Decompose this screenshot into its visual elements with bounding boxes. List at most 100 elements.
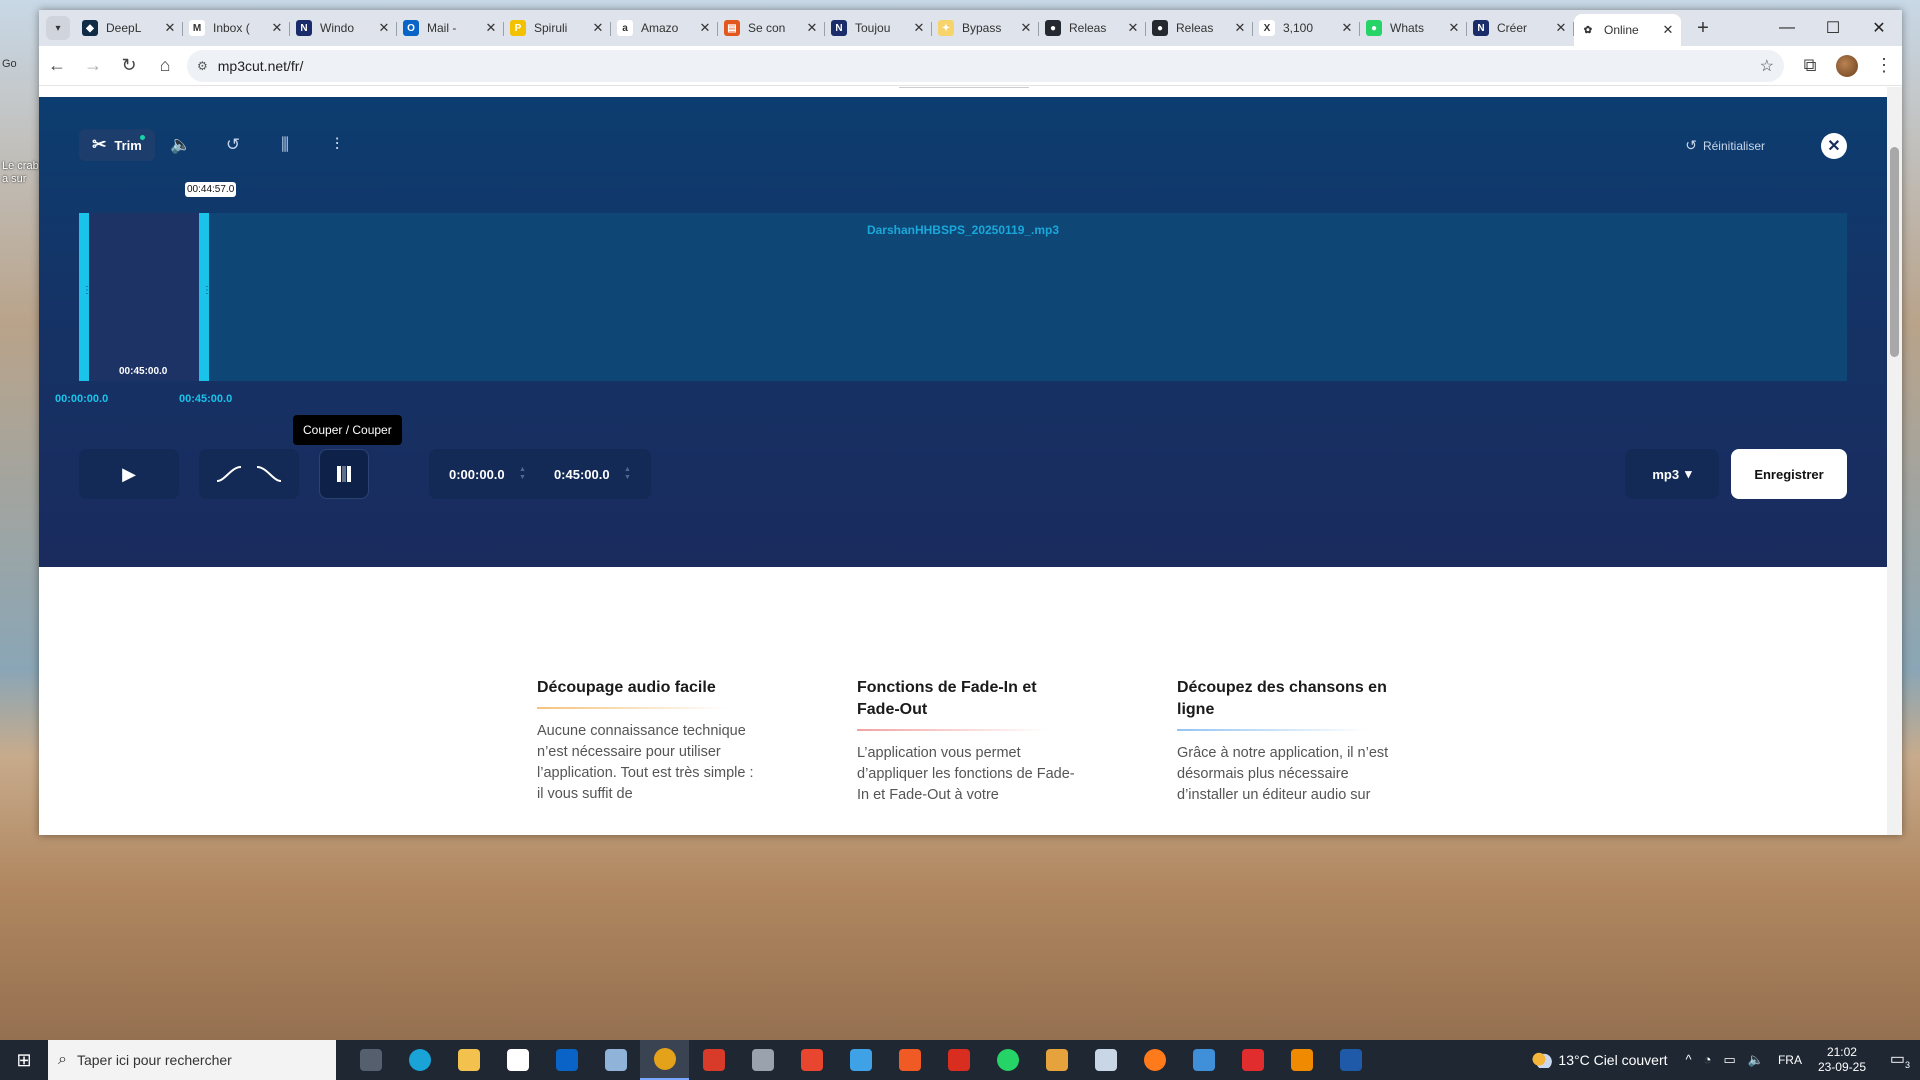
tab-close-icon[interactable]: ✕ — [163, 20, 177, 36]
taskbar-app-chrome[interactable] — [640, 1040, 689, 1080]
notifications-icon[interactable]: ▭3 — [1880, 1049, 1920, 1070]
browser-tab[interactable]: ● Releas ✕ — [1039, 14, 1146, 42]
back-button[interactable]: ← — [39, 50, 75, 82]
trim-tool-button[interactable]: ✂ Trim — [79, 129, 155, 161]
end-time-input[interactable]: 0:45:00.0 — [554, 467, 614, 482]
extensions-icon[interactable]: ⧉ — [1792, 50, 1828, 82]
taskbar-app-calculator[interactable] — [738, 1040, 787, 1080]
tab-close-icon[interactable]: ✕ — [1233, 20, 1247, 36]
browser-tab[interactable]: ● Releas ✕ — [1146, 14, 1253, 42]
fade-in-icon[interactable] — [215, 465, 243, 483]
selection-region[interactable]: 00:45:00.0 — [79, 213, 209, 381]
tab-close-icon[interactable]: ✕ — [484, 20, 498, 36]
save-button[interactable]: Enregistrer — [1731, 449, 1847, 499]
taskbar-app-task-view[interactable] — [346, 1040, 395, 1080]
format-select[interactable]: mp3 ▾ — [1625, 449, 1719, 499]
tab-search-button[interactable]: ▾ — [46, 16, 70, 40]
close-window-button[interactable]: ✕ — [1856, 10, 1902, 46]
taskbar-app-app-swirl[interactable] — [787, 1040, 836, 1080]
taskbar-app-vlc[interactable] — [1277, 1040, 1326, 1080]
taskbar-app-app-doc[interactable] — [1081, 1040, 1130, 1080]
new-tab-button[interactable]: + — [1689, 17, 1717, 40]
browser-tab[interactable]: ◆ DeepL ✕ — [76, 14, 183, 42]
end-handle[interactable]: ⋮ — [199, 213, 212, 381]
volume-tool-button[interactable]: 🔈 — [155, 129, 207, 161]
home-button[interactable]: ⌂ — [147, 50, 183, 82]
taskbar-search[interactable]: ⌕ Taper ici pour rechercher — [48, 1040, 336, 1080]
tab-close-icon[interactable]: ✕ — [1661, 22, 1675, 38]
tab-close-icon[interactable]: ✕ — [270, 20, 284, 36]
taskbar-app-app-window[interactable] — [1179, 1040, 1228, 1080]
tab-close-icon[interactable]: ✕ — [1554, 20, 1568, 36]
tab-close-icon[interactable]: ✕ — [377, 20, 391, 36]
taskbar-app-remote-desktop[interactable] — [591, 1040, 640, 1080]
equalizer-tool-button[interactable]: ⫶ — [311, 129, 363, 161]
end-time-stepper[interactable]: ▲ ▼ — [624, 466, 631, 482]
maximize-button[interactable]: ☐ — [1810, 10, 1856, 46]
url-text[interactable]: mp3cut.net/fr/ — [218, 58, 1760, 74]
browser-tab[interactable]: ● Whats ✕ — [1360, 14, 1467, 42]
start-time-input[interactable]: 0:00:00.0 — [449, 467, 509, 482]
taskbar-app-brave[interactable] — [885, 1040, 934, 1080]
taskbar-app-app-acrobat[interactable] — [934, 1040, 983, 1080]
browser-tab[interactable]: N Windo ✕ — [290, 14, 397, 42]
play-button[interactable]: ▶ — [79, 449, 179, 499]
tab-close-icon[interactable]: ✕ — [912, 20, 926, 36]
page-scrollbar[interactable] — [1887, 87, 1902, 835]
cut-mode-button[interactable] — [319, 449, 369, 499]
address-bar[interactable]: ⚙ mp3cut.net/fr/ ☆ — [187, 49, 1784, 82]
windows-start-icon[interactable]: ⊞ — [0, 1050, 48, 1071]
tab-close-icon[interactable]: ✕ — [805, 20, 819, 36]
waveform-tool-button[interactable]: ⫼ — [259, 129, 311, 161]
tab-close-icon[interactable]: ✕ — [1340, 20, 1354, 36]
tab-close-icon[interactable]: ✕ — [698, 20, 712, 36]
taskbar-app-store[interactable] — [493, 1040, 542, 1080]
browser-tab[interactable]: M Inbox (✕ — [183, 14, 290, 42]
taskbar-app-file-explorer[interactable] — [444, 1040, 493, 1080]
reset-button[interactable]: ↺ Réinitialiser — [1685, 137, 1765, 154]
taskbar-app-edge[interactable] — [395, 1040, 444, 1080]
clock[interactable]: 21:02 23-09-25 — [1818, 1045, 1866, 1075]
forward-button[interactable]: → — [75, 50, 111, 82]
browser-tab[interactable]: N Toujou ✕ — [825, 14, 932, 42]
minimize-button[interactable]: — — [1764, 10, 1810, 46]
bookmark-star-icon[interactable]: ☆ — [1760, 56, 1774, 76]
chevron-up-icon[interactable]: ^ — [1686, 1052, 1692, 1068]
fade-out-icon[interactable] — [255, 465, 283, 483]
browser-tab[interactable]: O Mail - ✕ — [397, 14, 504, 42]
tab-close-icon[interactable]: ✕ — [1126, 20, 1140, 36]
taskbar-app-app-blue[interactable] — [836, 1040, 885, 1080]
start-handle[interactable]: ⋮ — [79, 213, 92, 381]
browser-tab[interactable]: ✦ Bypass ✕ — [932, 14, 1039, 42]
tab-close-icon[interactable]: ✕ — [1447, 20, 1461, 36]
reload-button[interactable]: ↻ — [111, 50, 147, 82]
browser-tab[interactable]: a Amazo ✕ — [611, 14, 718, 42]
taskbar-app-outlook[interactable] — [542, 1040, 591, 1080]
start-time-stepper[interactable]: ▲ ▼ — [519, 466, 526, 482]
tab-close-icon[interactable]: ✕ — [591, 20, 605, 36]
network-icon[interactable]: ◔ — [1704, 1052, 1712, 1068]
speed-tool-button[interactable]: ↺ — [207, 129, 259, 161]
browser-tab[interactable]: N Créer ✕ — [1467, 14, 1574, 42]
browser-tab[interactable]: ✿ Online ✕ — [1574, 14, 1681, 46]
browser-tab[interactable]: X 3,100 ✕ — [1253, 14, 1360, 42]
browser-tab[interactable]: ▤ Se con ✕ — [718, 14, 825, 42]
browser-tab[interactable]: P Spiruli ✕ — [504, 14, 611, 42]
profile-avatar[interactable] — [1836, 54, 1858, 77]
weather-widget[interactable]: 13°C Ciel couvert — [1532, 1052, 1668, 1068]
taskbar-app-app-face[interactable] — [1032, 1040, 1081, 1080]
site-info-icon[interactable]: ⚙ — [197, 59, 208, 73]
page-scrollbar-thumb[interactable] — [1890, 147, 1899, 357]
volume-icon[interactable]: 🔈 — [1748, 1052, 1764, 1068]
waveform-area[interactable]: 00:45:00.0 ⋮ ⋮ DarshanHHBSPS_20250119_.m… — [79, 213, 1847, 381]
tab-close-icon[interactable]: ✕ — [1019, 20, 1033, 36]
desktop-icon-label[interactable]: Le crab a sur — [2, 160, 40, 186]
taskbar-app-whatsapp[interactable] — [983, 1040, 1032, 1080]
taskbar-app-firefox[interactable] — [1130, 1040, 1179, 1080]
browser-menu-icon[interactable]: ⋮ — [1866, 50, 1902, 82]
taskbar-app-acrobat-reader[interactable] — [1228, 1040, 1277, 1080]
taskbar-app-app-red[interactable] — [689, 1040, 738, 1080]
language-indicator[interactable]: FRA — [1778, 1053, 1802, 1067]
taskbar-app-app-hex[interactable] — [1326, 1040, 1375, 1080]
battery-icon[interactable]: ▭ — [1723, 1052, 1735, 1068]
